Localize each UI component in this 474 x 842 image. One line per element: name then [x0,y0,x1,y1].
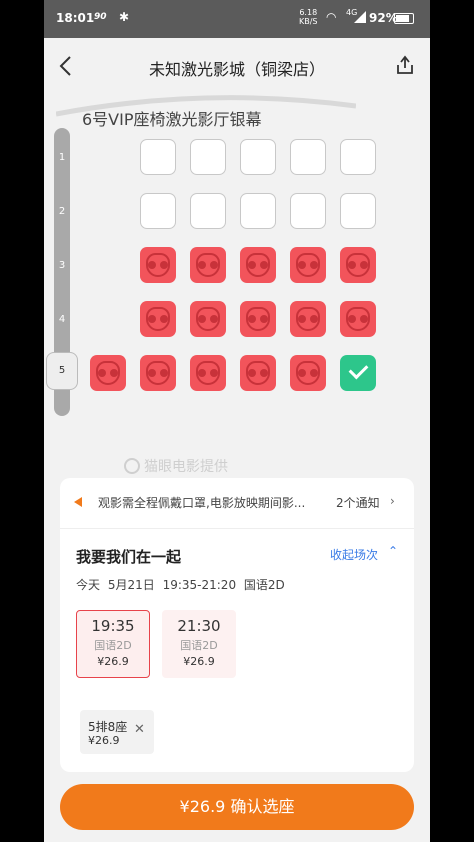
row-number: 4 [58,314,66,325]
chevron-up-icon: ⌃ [388,544,399,558]
selected-seat-price: ¥26.9 [88,734,120,747]
seat-available[interactable] [190,139,226,175]
sold-seat-icon [296,361,320,385]
seat-sold [140,301,176,337]
screen-name: 6号VIP座椅激光影厅银幕 [82,110,262,129]
sold-seat-icon [146,253,170,277]
data-speed: 6.18 KB/S [299,8,318,26]
seat-sold [190,301,226,337]
seat-sold [290,301,326,337]
showtime-price: ¥26.9 [183,655,215,668]
notice-bar[interactable]: 观影需全程佩戴口罩,电影放映期间影... 2个通知 › [60,478,414,529]
sold-seat-icon [246,253,270,277]
seat-available[interactable] [140,193,176,229]
movie-title: 我要我们在一起 [76,548,182,566]
network-speed-indicator: 90 [94,12,107,22]
sold-seat-icon [146,307,170,331]
data-speed-unit: KB/S [299,17,318,26]
sold-seat-icon [96,361,120,385]
collapse-showtimes-link[interactable]: 收起场次 [330,546,378,563]
seat-sold [290,355,326,391]
seat-sold [240,301,276,337]
seat-sold [340,247,376,283]
row-number: 3 [58,260,66,271]
seat-available[interactable] [240,193,276,229]
seat-available[interactable] [190,193,226,229]
seat-available[interactable] [340,139,376,175]
seat-available[interactable] [240,139,276,175]
sold-seat-icon [346,307,370,331]
status-bar: 18:01 90 ✱ 6.18 KB/S ◠ 4G 92% [44,0,430,38]
check-icon [348,359,369,380]
watermark-text: 猫眼电影提供 [144,459,228,475]
row-number: 1 [58,152,66,163]
sold-seat-icon [246,361,270,385]
sold-seat-icon [296,253,320,277]
seat-sold [190,355,226,391]
battery-icon [394,13,414,24]
speaker-icon [74,497,82,507]
sold-seat-icon [196,307,220,331]
share-icon[interactable] [394,54,416,76]
chevron-right-icon: › [390,494,395,508]
sold-seat-icon [296,307,320,331]
sold-seat-icon [196,253,220,277]
seat-sold [340,301,376,337]
phone-screen: 18:01 90 ✱ 6.18 KB/S ◠ 4G 92% 未知激光影城（铜梁店… [44,0,430,842]
format-label: 国语2D [243,578,285,592]
cinema-title: 未知激光影城（铜梁店） [148,60,325,79]
seat-available[interactable] [140,139,176,175]
data-speed-value: 6.18 [299,8,318,17]
selected-seat-chip: 5排8座 ¥26.9 ✕ [80,710,154,754]
seat-sold [140,247,176,283]
seat-selected[interactable] [340,355,376,391]
showtime-option[interactable]: 21:30 国语2D ¥26.9 [162,610,236,678]
notice-text: 观影需全程佩戴口罩,电影放映期间影... [98,496,306,510]
seat-sold [240,355,276,391]
row-number: 2 [58,206,66,217]
day-label: 今天 [76,578,101,592]
watermark: 猫眼电影提供 [124,456,228,476]
sold-seat-icon [346,253,370,277]
seat-sold [240,247,276,283]
date-line: 今天 5月21日 19:35-21:20 国语2D [76,576,285,593]
sold-seat-icon [146,361,170,385]
maoyan-logo-icon [124,458,140,474]
notice-count[interactable]: 2个通知 [336,494,380,511]
showtime-option-selected[interactable]: 19:35 国语2D ¥26.9 [76,610,150,678]
seat-sold [90,355,126,391]
row-number: 5 [58,365,66,376]
seat-available[interactable] [340,193,376,229]
seat-available[interactable] [290,139,326,175]
date-label: 5月21日 [107,578,155,592]
status-time: 18:01 [56,11,95,25]
showtime-language: 国语2D [94,639,132,652]
showtime-price: ¥26.9 [97,655,129,668]
wifi-icon: ◠ [326,10,337,24]
seat-sold [190,247,226,283]
sold-seat-icon [196,361,220,385]
showtime-time: 21:30 [177,617,221,635]
selected-row-marker: 5 [46,352,78,390]
showtime-time: 19:35 [91,617,135,635]
seat-sold [290,247,326,283]
confirm-seat-button[interactable]: ¥26.9 确认选座 [60,784,414,830]
time-range: 19:35-21:20 [162,578,237,592]
sold-seat-icon [246,307,270,331]
bluetooth-icon: ✱ [119,10,130,24]
seat-sold [140,355,176,391]
close-icon[interactable]: ✕ [134,722,145,737]
selected-seat-label: 5排8座 [88,720,128,734]
showtime-language: 国语2D [180,639,218,652]
nav-bar: 未知激光影城（铜梁店） [44,38,430,94]
signal-icon [354,11,366,26]
showtime-card: 观影需全程佩戴口罩,电影放映期间影... 2个通知 › 我要我们在一起 收起场次… [60,478,414,772]
seat-available[interactable] [290,193,326,229]
back-icon[interactable] [54,54,78,78]
